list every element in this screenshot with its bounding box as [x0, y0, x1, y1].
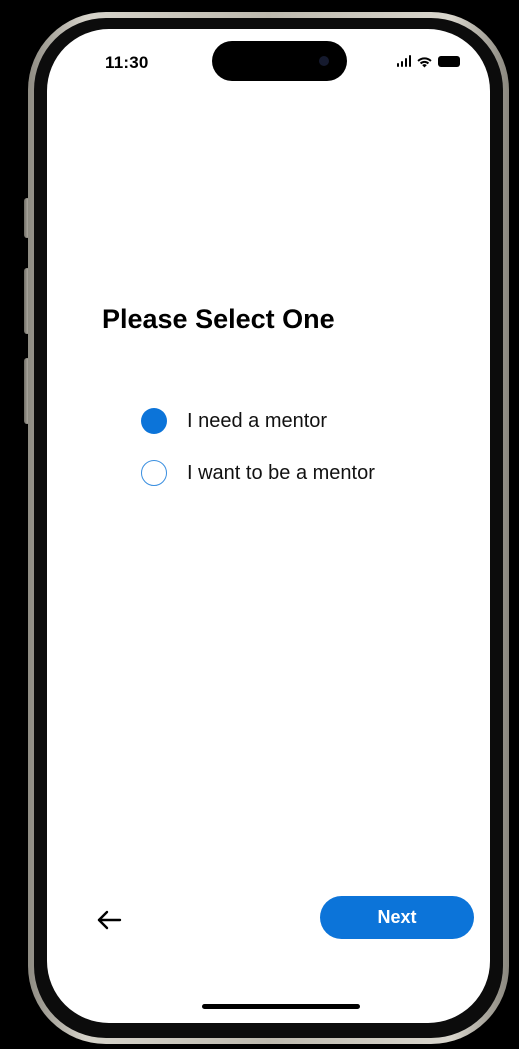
- status-time: 11:30: [105, 53, 149, 72]
- status-icons: [396, 53, 460, 69]
- dynamic-island: [212, 41, 347, 81]
- option-be-mentor[interactable]: I want to be a mentor: [141, 460, 375, 486]
- signal-icon: [396, 55, 411, 67]
- device-stage: 11:30 Please Select One I need a mentor …: [0, 0, 519, 1049]
- option-label: I need a mentor: [187, 409, 328, 432]
- arrow-left-icon[interactable]: [95, 905, 125, 935]
- option-need-mentor[interactable]: I need a mentor: [141, 408, 327, 434]
- option-label: I want to be a mentor: [187, 461, 375, 484]
- radio-be-mentor[interactable]: [141, 460, 167, 486]
- camera-icon: [319, 56, 329, 66]
- page-title: Please Select One: [102, 304, 335, 334]
- radio-need-mentor[interactable]: [141, 408, 167, 434]
- wifi-icon: [417, 56, 432, 67]
- battery-icon: [438, 55, 460, 67]
- app-screen: 11:30 Please Select One I need a mentor …: [47, 29, 490, 1023]
- home-indicator: [202, 1004, 360, 1009]
- next-button[interactable]: Next: [320, 896, 474, 939]
